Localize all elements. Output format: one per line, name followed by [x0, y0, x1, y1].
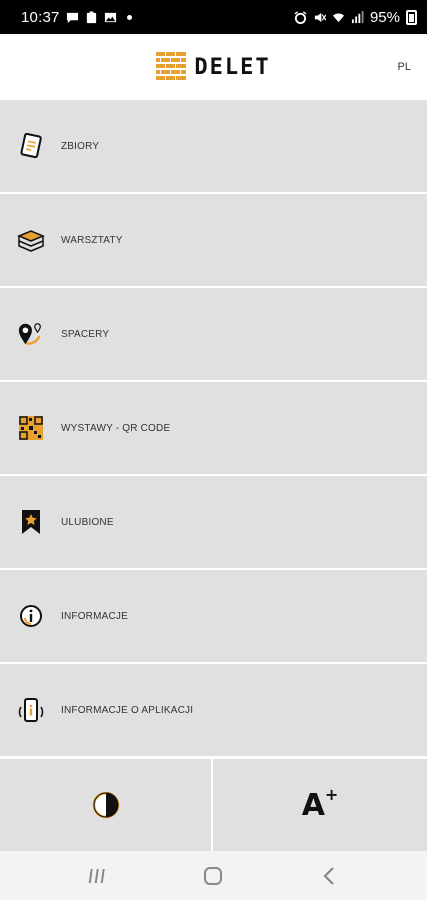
menu-label: SPACERY	[61, 328, 110, 340]
accessibility-tools: A+	[0, 759, 427, 851]
mute-icon	[314, 12, 326, 22]
app-info-icon	[17, 696, 45, 724]
menu-label: INFORMACJE O APLIKACJI	[61, 704, 194, 716]
status-bar: 10:37 95%	[0, 0, 427, 34]
menu-item-zbiory[interactable]: ZBIORY	[0, 100, 427, 194]
info-icon	[17, 602, 45, 630]
menu-label: WYSTAWY - QR CODE	[61, 422, 171, 434]
back-icon	[323, 866, 334, 885]
font-size-label: A+	[301, 784, 339, 823]
status-time: 10:37	[21, 8, 60, 26]
menu-item-informacje-o-aplikacji[interactable]: INFORMACJE O APLIKACJI	[0, 664, 427, 758]
recent-apps-button[interactable]	[78, 861, 118, 891]
logo[interactable]: DELET	[156, 52, 270, 82]
menu-item-wystawy-qr[interactable]: WYSTAWY - QR CODE	[0, 382, 427, 476]
collection-icon	[17, 132, 45, 160]
battery-icon	[406, 9, 417, 25]
recent-apps-icon	[88, 868, 105, 883]
alarm-icon	[294, 10, 307, 24]
books-stack-icon	[17, 226, 45, 254]
menu-label: WARSZTATY	[61, 234, 123, 246]
bookmark-star-icon	[17, 508, 45, 536]
home-button[interactable]	[193, 861, 233, 891]
main-menu: ZBIORY WARSZTATY SPACERY WYSTAWY - QR CO…	[0, 100, 427, 758]
menu-item-ulubione[interactable]: ULUBIONE	[0, 476, 427, 570]
font-size-plus: +	[324, 784, 339, 804]
menu-item-warsztaty[interactable]: WARSZTATY	[0, 194, 427, 288]
language-switch[interactable]: PL	[398, 61, 411, 73]
contrast-icon	[92, 791, 119, 819]
battery-percent: 95%	[369, 8, 400, 26]
wifi-icon	[332, 13, 345, 22]
back-button[interactable]	[309, 861, 349, 891]
menu-item-informacje[interactable]: INFORMACJE	[0, 570, 427, 664]
clipboard-icon	[86, 10, 96, 23]
logo-text: DELET	[194, 54, 271, 80]
font-size-letter: A	[301, 787, 325, 823]
home-icon	[204, 866, 223, 885]
menu-label: ZBIORY	[61, 140, 100, 152]
system-nav-bar	[0, 851, 427, 900]
font-size-button[interactable]: A+	[213, 759, 427, 851]
image-icon	[104, 12, 116, 22]
dot-icon	[126, 14, 132, 20]
status-right: 95%	[294, 9, 417, 26]
status-left: 10:37	[21, 9, 132, 26]
signal-icon	[351, 10, 364, 23]
menu-label: INFORMACJE	[61, 610, 128, 622]
app-header: DELET PL	[0, 34, 427, 100]
contrast-button[interactable]	[0, 759, 213, 851]
menu-label: ULUBIONE	[61, 516, 114, 528]
logo-bricks-icon	[156, 52, 187, 80]
menu-item-spacery[interactable]: SPACERY	[0, 288, 427, 382]
qr-code-icon	[17, 414, 45, 442]
map-pin-icon	[17, 320, 45, 348]
message-icon	[66, 12, 78, 23]
